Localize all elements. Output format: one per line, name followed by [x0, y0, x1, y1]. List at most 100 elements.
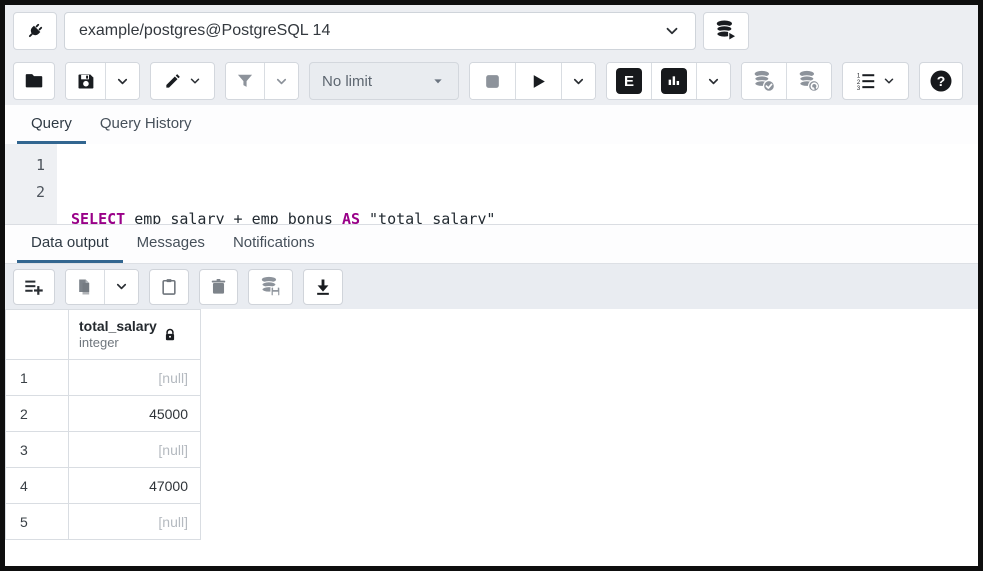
rollback-button[interactable] — [787, 63, 831, 99]
copy-options-dropdown[interactable] — [105, 269, 138, 304]
execute-icon — [529, 72, 548, 91]
save-data-button[interactable] — [248, 268, 293, 305]
delete-row-button[interactable] — [199, 268, 238, 305]
copy-icon — [75, 277, 95, 297]
open-file-button[interactable] — [13, 62, 55, 100]
tab-data-output[interactable]: Data output — [17, 225, 123, 263]
download-icon — [313, 277, 333, 297]
line-number-gutter: 1 2 — [5, 144, 57, 224]
filter-button[interactable] — [226, 63, 265, 99]
row-number[interactable]: 2 — [5, 395, 69, 432]
cell-total-salary[interactable]: [null] — [68, 503, 201, 540]
save-button-group — [65, 62, 140, 100]
connection-selector[interactable]: example/postgres@PostgreSQL 14 — [64, 12, 696, 50]
filter-options-dropdown[interactable] — [265, 63, 298, 99]
save-options-dropdown[interactable] — [106, 63, 139, 99]
filter-button-group — [225, 62, 299, 100]
column-type: integer — [79, 335, 119, 350]
copy-button[interactable] — [66, 269, 105, 304]
execute-options-dropdown[interactable] — [562, 63, 595, 99]
line-number: 2 — [35, 183, 45, 201]
results-grid: total_salary integer 1 [null] 2 45000 3 … — [5, 309, 978, 566]
help-icon: ? — [929, 69, 953, 93]
row-number[interactable]: 4 — [5, 467, 69, 504]
chevron-down-icon — [663, 22, 681, 40]
sql-editor[interactable]: 1 2 SELECT emp_salary + emp_bonus AS "to… — [5, 144, 978, 309]
copy-button-group — [65, 268, 139, 305]
macros-button[interactable]: 123 — [842, 62, 909, 100]
transaction-button-group — [741, 62, 832, 100]
table-row: 5 [null] — [5, 503, 201, 540]
explain-button-group: E — [606, 62, 731, 100]
table-row: 2 45000 — [5, 395, 201, 432]
chevron-down-icon — [274, 74, 289, 89]
edit-button[interactable] — [150, 62, 215, 100]
database-icon — [713, 18, 739, 44]
table-row: 4 47000 — [5, 467, 201, 504]
table-row: 1 [null] — [5, 359, 201, 396]
paste-button[interactable] — [149, 268, 189, 305]
row-number[interactable]: 3 — [5, 431, 69, 468]
column-header-total-salary[interactable]: total_salary integer — [68, 309, 201, 360]
column-name: total_salary — [79, 318, 157, 334]
row-number[interactable]: 1 — [5, 359, 69, 396]
execute-button[interactable] — [516, 63, 562, 99]
table-header-row: total_salary integer — [5, 309, 201, 360]
rollback-icon — [796, 68, 822, 94]
filter-icon — [235, 71, 255, 91]
tab-notifications[interactable]: Notifications — [219, 225, 329, 263]
connection-bar: example/postgres@PostgreSQL 14 — [5, 5, 978, 57]
commit-icon — [751, 68, 777, 94]
stop-icon — [483, 72, 502, 91]
query-tool-window: example/postgres@PostgreSQL 14 No limit … — [0, 0, 983, 571]
line-number: 1 — [35, 156, 45, 174]
paste-icon — [159, 277, 179, 297]
caret-down-icon — [430, 73, 446, 89]
explain-analyze-icon — [661, 68, 687, 94]
cell-total-salary[interactable]: [null] — [68, 359, 201, 396]
explain-analyze-button[interactable] — [652, 63, 697, 99]
macros-icon: 123 — [855, 70, 877, 92]
help-button[interactable]: ? — [919, 62, 963, 100]
explain-options-dropdown[interactable] — [697, 63, 730, 99]
download-button[interactable] — [303, 268, 343, 305]
tab-messages[interactable]: Messages — [123, 225, 219, 263]
commit-button[interactable] — [742, 63, 787, 99]
new-connection-button[interactable] — [703, 12, 749, 50]
save-file-button[interactable] — [66, 63, 106, 99]
explain-button[interactable]: E — [607, 63, 652, 99]
cell-total-salary[interactable]: 45000 — [68, 395, 201, 432]
edit-icon — [163, 71, 183, 91]
chevron-down-icon — [115, 74, 130, 89]
delete-row-icon — [209, 277, 228, 296]
tab-query-history[interactable]: Query History — [86, 105, 206, 144]
cell-total-salary[interactable]: 47000 — [68, 467, 201, 504]
row-number[interactable]: 5 — [5, 503, 69, 540]
table-row: 3 [null] — [5, 431, 201, 468]
chevron-down-icon — [114, 279, 129, 294]
add-row-button[interactable] — [13, 268, 55, 305]
chevron-down-icon — [706, 74, 721, 89]
row-number-header[interactable] — [5, 309, 69, 360]
connect-server-button[interactable] — [13, 12, 57, 50]
cell-total-salary[interactable]: [null] — [68, 431, 201, 468]
row-limit-selector[interactable]: No limit — [309, 62, 459, 100]
svg-text:2: 2 — [857, 80, 860, 86]
save-data-icon — [258, 274, 283, 299]
row-limit-label: No limit — [322, 72, 373, 90]
sql-code[interactable]: SELECT emp_salary + emp_bonus AS "total_… — [57, 144, 495, 309]
tab-query[interactable]: Query — [17, 105, 86, 144]
add-row-icon — [23, 276, 45, 298]
editor-tabbar: Query Query History — [5, 105, 978, 144]
execute-button-group — [469, 62, 596, 100]
explain-icon: E — [616, 68, 642, 94]
svg-text:?: ? — [937, 73, 946, 89]
chevron-down-icon — [571, 74, 586, 89]
results-table: total_salary integer 1 [null] 2 45000 3 … — [5, 309, 201, 540]
open-file-icon — [23, 70, 45, 92]
query-toolbar: No limit E 1 2 3 ? — [5, 57, 978, 105]
connection-label: example/postgres@PostgreSQL 14 — [79, 22, 331, 39]
data-output-toolbar — [5, 263, 978, 309]
stop-button[interactable] — [470, 63, 516, 99]
svg-text:1: 1 — [857, 73, 861, 79]
